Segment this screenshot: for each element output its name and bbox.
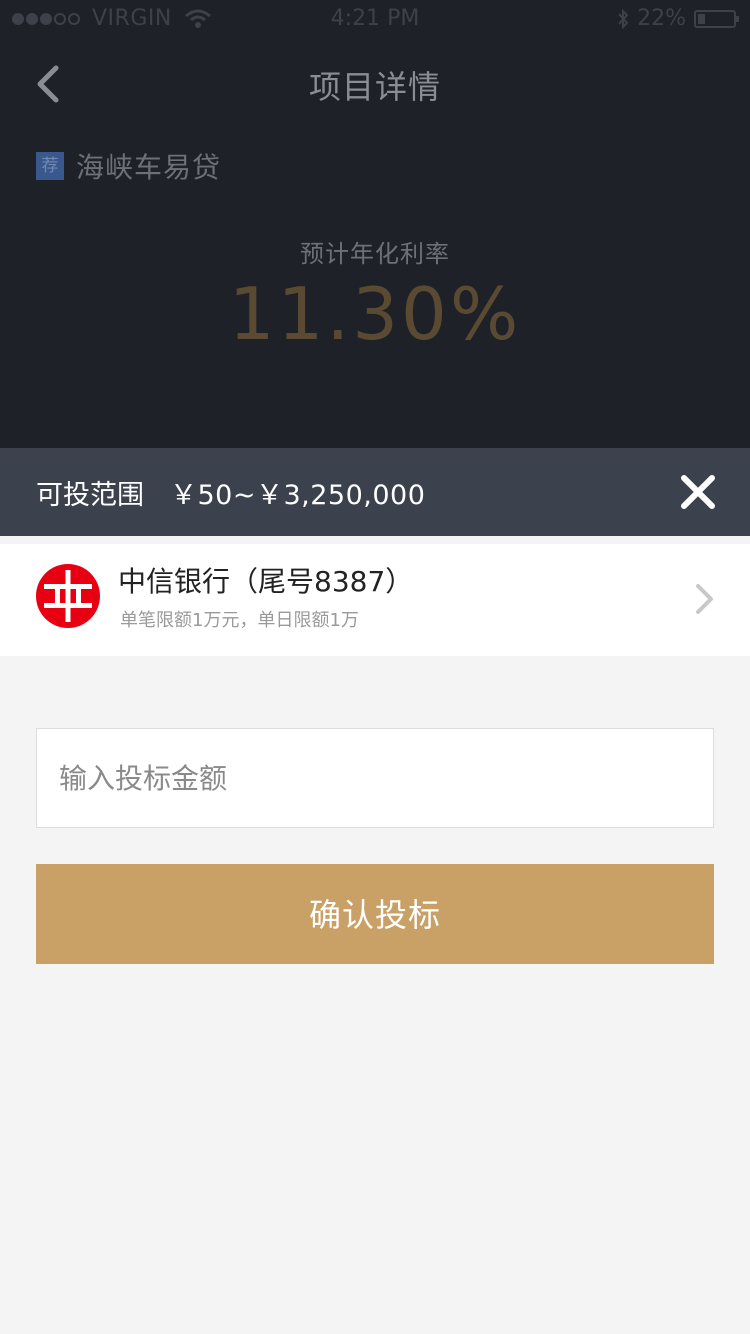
- rate-value: 11.30%: [228, 272, 522, 356]
- status-bar: VIRGIN 4:21 PM 22%: [0, 0, 750, 40]
- project-title-row: 荐 海峡车易贷: [36, 146, 221, 186]
- investment-range-bar: 可投范围 ￥50~￥3,250,000: [0, 448, 750, 536]
- recommend-badge: 荐: [36, 152, 64, 180]
- bank-card-selector[interactable]: 中信银行（尾号8387） 单笔限额1万元，单日限额1万: [0, 544, 750, 656]
- citic-bank-logo: [36, 564, 100, 628]
- range-label: 可投范围: [36, 479, 144, 511]
- battery-status: 22%: [617, 6, 739, 31]
- battery-fill: [698, 13, 705, 24]
- confirm-bid-button[interactable]: 确认投标: [36, 864, 714, 964]
- bluetooth-icon: [618, 8, 629, 29]
- navigation-bar: 项目详情: [0, 40, 750, 128]
- project-name: 海峡车易贷: [76, 151, 222, 184]
- close-button[interactable]: [678, 472, 718, 512]
- amount-input[interactable]: [36, 728, 714, 828]
- battery-percent: 22%: [637, 6, 686, 31]
- bank-name: 中信银行（尾号8387）: [118, 565, 414, 598]
- page-title: 项目详情: [308, 68, 441, 106]
- battery-icon: [694, 9, 739, 28]
- rate-label: 预计年化利率: [300, 240, 450, 268]
- range-value: ￥50~￥3,250,000: [170, 479, 426, 511]
- close-icon: [681, 475, 715, 509]
- bank-limit: 单笔限额1万元，单日限额1万: [120, 610, 359, 631]
- chevron-right-icon: [696, 584, 713, 614]
